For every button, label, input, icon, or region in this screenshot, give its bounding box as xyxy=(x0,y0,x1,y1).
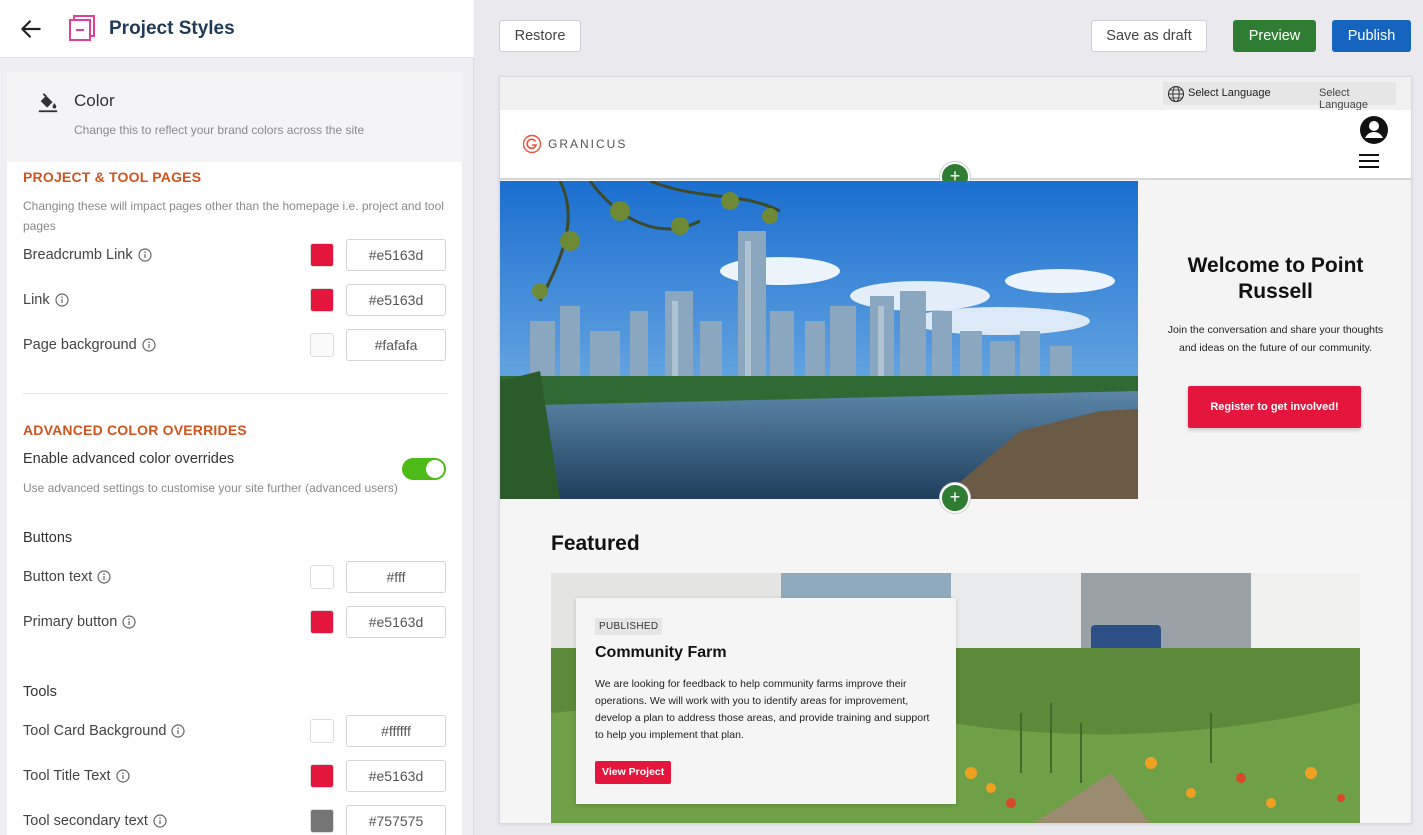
add-section-button[interactable]: + xyxy=(940,483,970,513)
breadcrumb-link-label: Breadcrumb Link xyxy=(23,247,152,263)
hero-title: Welcome to Point Russell xyxy=(1187,254,1364,303)
project-card-title: Community Farm xyxy=(595,644,727,661)
color-section-header: Color Change this to reflect your brand … xyxy=(7,72,462,162)
restore-button[interactable]: Restore xyxy=(499,20,581,52)
language-selector[interactable]: Select Language Select Language xyxy=(1163,82,1396,111)
granicus-logo[interactable]: GRANICUS xyxy=(522,134,627,154)
color-section-subtitle: Change this to reflect your brand colors… xyxy=(74,123,365,137)
primary-button-swatch[interactable] xyxy=(310,610,334,634)
breadcrumb-link-input[interactable]: #e5163d xyxy=(346,239,446,271)
language-bar: Select Language Select Language xyxy=(500,77,1411,111)
button-text-swatch[interactable] xyxy=(310,565,334,589)
primary-button-input[interactable]: #e5163d xyxy=(346,606,446,638)
panel-header: Project Styles xyxy=(0,0,474,58)
color-settings-card: Color Change this to reflect your brand … xyxy=(7,72,462,835)
info-icon[interactable] xyxy=(97,570,111,584)
project-tool-pages-description: Changing these will impact pages other t… xyxy=(23,199,444,233)
button-text-input[interactable]: #fff xyxy=(346,561,446,593)
preview-button[interactable]: Preview xyxy=(1233,20,1316,52)
tool-title-text-label: Tool Title Text xyxy=(23,768,130,784)
section-divider xyxy=(23,393,448,394)
advanced-overrides-heading: ADVANCED COLOR OVERRIDES xyxy=(23,422,247,438)
site-preview: Select Language Select Language GRANICUS… xyxy=(499,76,1412,824)
tool-secondary-text-input[interactable]: #757575 xyxy=(346,805,446,835)
color-section-title: Color xyxy=(74,91,115,110)
language-label-secondary: Select Language xyxy=(1319,87,1368,111)
info-icon[interactable] xyxy=(142,338,156,352)
user-account-icon[interactable] xyxy=(1359,115,1389,145)
tool-card-background-swatch[interactable] xyxy=(310,719,334,743)
register-button[interactable]: Register to get involved! xyxy=(1188,386,1361,428)
button-text-label: Button text xyxy=(23,569,111,585)
info-icon[interactable] xyxy=(55,293,69,307)
project-card-description: We are looking for feedback to help comm… xyxy=(595,678,930,741)
globe-icon xyxy=(1167,85,1185,103)
advanced-toggle-label: Enable advanced color overrides xyxy=(23,451,235,467)
primary-button-label: Primary button xyxy=(23,614,136,630)
style-editor-panel: Project Styles Color Change this to refl… xyxy=(0,0,474,835)
breadcrumb-link-swatch[interactable] xyxy=(310,243,334,267)
buttons-heading: Buttons xyxy=(23,530,73,546)
tool-title-text-input[interactable]: #e5163d xyxy=(346,760,446,792)
tools-heading: Tools xyxy=(23,684,57,700)
tool-title-text-swatch[interactable] xyxy=(310,764,334,788)
language-label: Select Language xyxy=(1188,87,1271,99)
info-icon[interactable] xyxy=(153,814,167,828)
paint-bucket-icon xyxy=(38,93,58,113)
project-tool-pages-heading: PROJECT & TOOL PAGES xyxy=(23,169,202,185)
info-icon[interactable] xyxy=(115,769,130,783)
info-icon[interactable] xyxy=(171,724,186,738)
featured-heading: Featured xyxy=(551,532,640,555)
advanced-overrides-toggle[interactable] xyxy=(402,458,446,480)
info-icon[interactable] xyxy=(138,248,152,262)
info-icon[interactable] xyxy=(122,615,136,629)
advanced-description: Use advanced settings to customise your … xyxy=(23,481,398,495)
view-project-button[interactable]: View Project xyxy=(595,761,672,784)
tool-card-background-label: Tool Card Background xyxy=(23,723,186,739)
project-styles-icon xyxy=(69,15,95,41)
link-swatch[interactable] xyxy=(310,288,334,312)
page-background-input[interactable]: #fafafa xyxy=(346,329,446,361)
publish-button[interactable]: Publish xyxy=(1332,20,1411,52)
tool-secondary-text-label: Tool secondary text xyxy=(23,813,167,829)
page-background-swatch[interactable] xyxy=(310,333,334,357)
panel-title: Project Styles xyxy=(109,18,235,39)
link-label: Link xyxy=(23,292,69,308)
save-draft-button[interactable]: Save as draft xyxy=(1091,20,1207,52)
link-input[interactable]: #e5163d xyxy=(346,284,446,316)
hamburger-menu-icon[interactable] xyxy=(1359,153,1379,169)
tool-card-background-input[interactable]: #ffffff xyxy=(346,715,446,747)
hero-welcome-panel: Welcome to Point Russell Join the conver… xyxy=(1138,181,1411,499)
featured-project-card: PUBLISHED Community Farm We are looking … xyxy=(576,598,956,804)
hero-city-image xyxy=(500,181,1138,499)
granicus-logo-icon xyxy=(522,134,542,154)
hero-text: Join the conversation and share your tho… xyxy=(1167,324,1384,354)
status-badge: PUBLISHED xyxy=(595,618,663,635)
tool-secondary-text-swatch[interactable] xyxy=(310,809,334,833)
page-background-label: Page background xyxy=(23,337,156,353)
arrow-left-icon[interactable] xyxy=(18,16,44,42)
